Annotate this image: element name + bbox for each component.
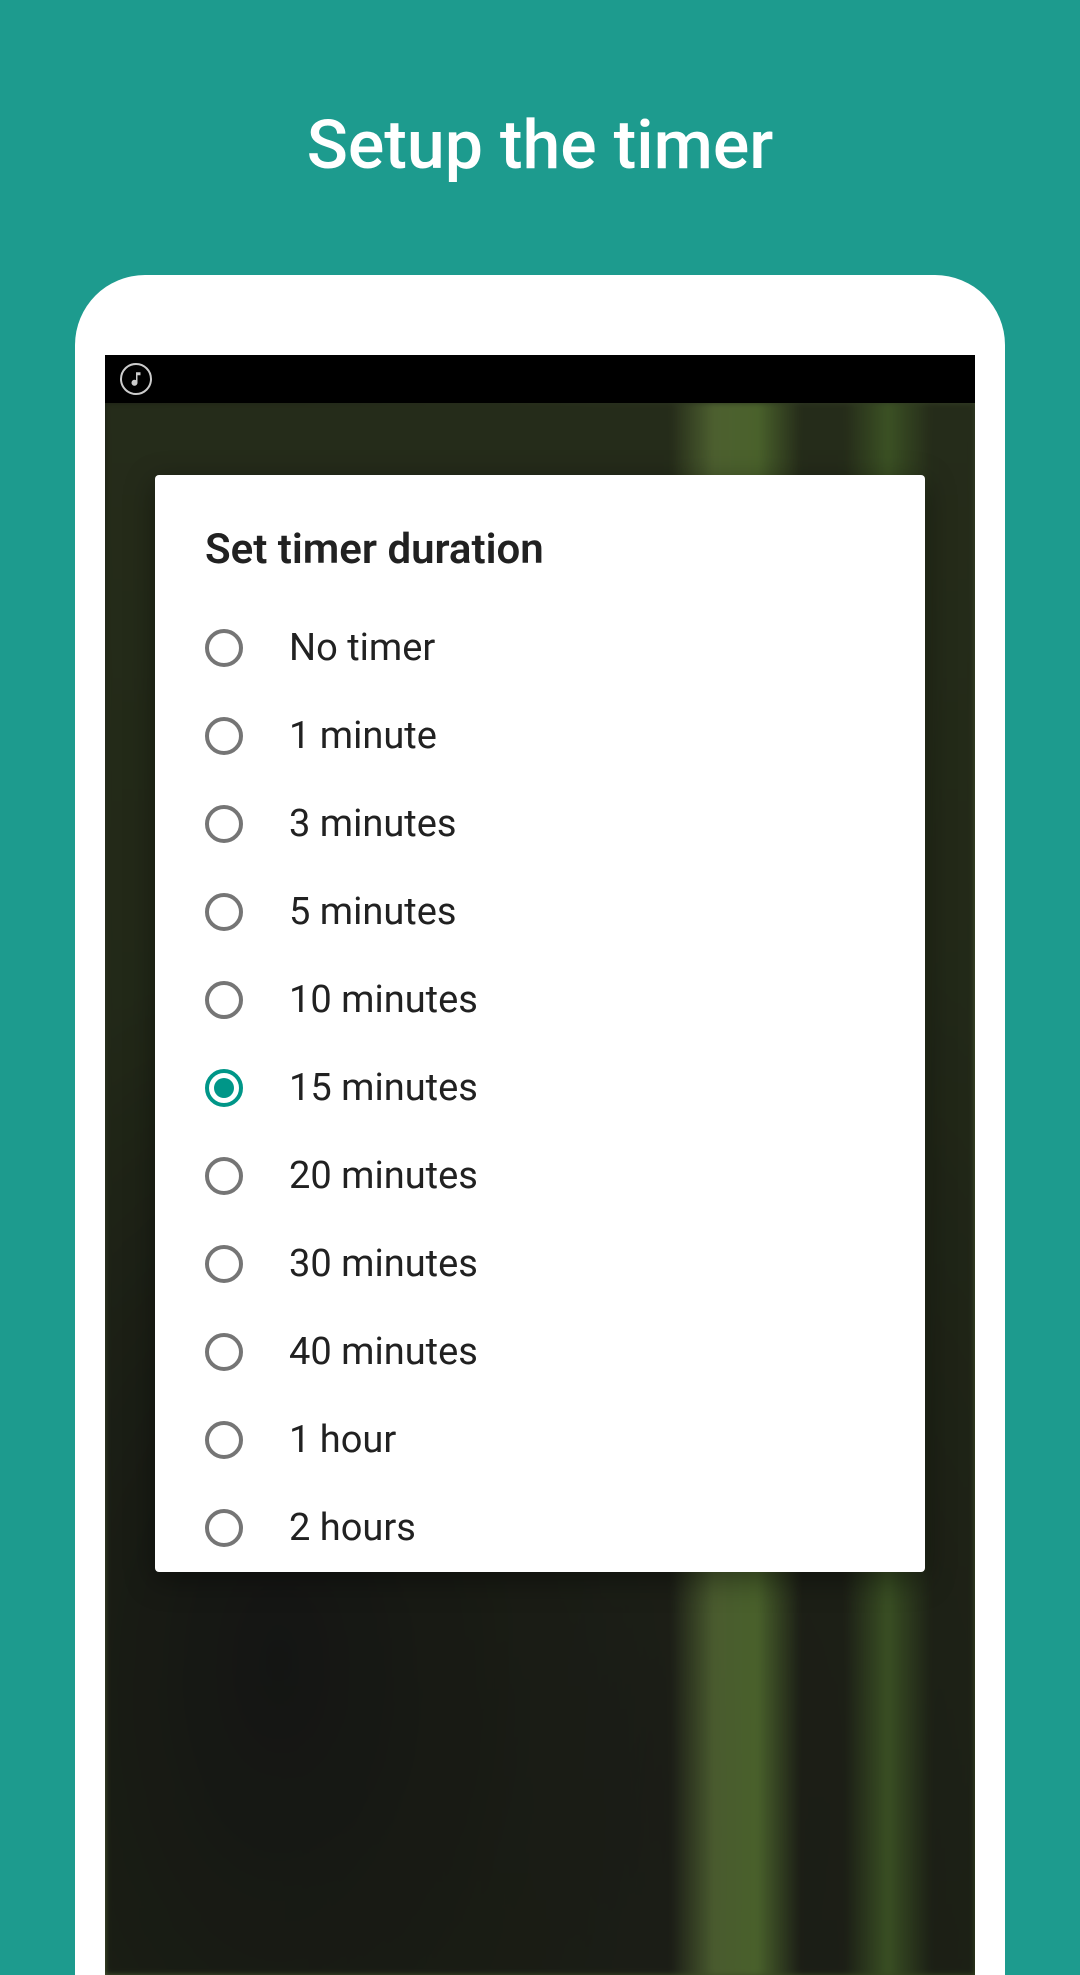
music-icon[interactable] bbox=[120, 363, 152, 395]
radio-button[interactable] bbox=[205, 1069, 243, 1107]
radio-button[interactable] bbox=[205, 1157, 243, 1195]
radio-button[interactable] bbox=[205, 1421, 243, 1459]
options-list: No timer 1 minute 3 minutes 5 minutes 10 min… bbox=[155, 604, 925, 1572]
timer-option[interactable]: 10 minutes bbox=[155, 956, 925, 1044]
radio-button[interactable] bbox=[205, 893, 243, 931]
radio-button[interactable] bbox=[205, 629, 243, 667]
option-label: No timer bbox=[289, 626, 435, 670]
timer-option[interactable]: 2 hours bbox=[155, 1484, 925, 1572]
option-label: 2 hours bbox=[289, 1506, 416, 1550]
timer-option[interactable]: No timer bbox=[155, 604, 925, 692]
timer-option[interactable]: 1 hour bbox=[155, 1396, 925, 1484]
option-label: 3 minutes bbox=[289, 802, 456, 846]
dialog-title: Set timer duration bbox=[155, 525, 925, 604]
option-label: 10 minutes bbox=[289, 978, 478, 1022]
timer-option[interactable]: 15 minutes bbox=[155, 1044, 925, 1132]
option-label: 40 minutes bbox=[289, 1330, 478, 1374]
timer-option[interactable]: 30 minutes bbox=[155, 1220, 925, 1308]
status-bar bbox=[105, 355, 975, 403]
timer-duration-dialog: Set timer duration No timer 1 minute 3 min… bbox=[155, 475, 925, 1572]
radio-button[interactable] bbox=[205, 1333, 243, 1371]
phone-frame: Set timer duration No timer 1 minute 3 min… bbox=[75, 275, 1005, 1975]
radio-button[interactable] bbox=[205, 1245, 243, 1283]
timer-option[interactable]: 3 minutes bbox=[155, 780, 925, 868]
option-label: 5 minutes bbox=[289, 890, 456, 934]
phone-screen: Set timer duration No timer 1 minute 3 min… bbox=[105, 355, 975, 1975]
timer-option[interactable]: 5 minutes bbox=[155, 868, 925, 956]
app-background: Set timer duration No timer 1 minute 3 min… bbox=[105, 403, 975, 1975]
timer-option[interactable]: 40 minutes bbox=[155, 1308, 925, 1396]
radio-button[interactable] bbox=[205, 981, 243, 1019]
page-title: Setup the timer bbox=[0, 0, 1080, 185]
timer-option[interactable]: 20 minutes bbox=[155, 1132, 925, 1220]
radio-button[interactable] bbox=[205, 805, 243, 843]
radio-button[interactable] bbox=[205, 1509, 243, 1547]
option-label: 1 hour bbox=[289, 1418, 396, 1462]
timer-option[interactable]: 1 minute bbox=[155, 692, 925, 780]
option-label: 1 minute bbox=[289, 714, 437, 758]
option-label: 15 minutes bbox=[289, 1066, 478, 1110]
option-label: 30 minutes bbox=[289, 1242, 478, 1286]
option-label: 20 minutes bbox=[289, 1154, 478, 1198]
radio-button[interactable] bbox=[205, 717, 243, 755]
